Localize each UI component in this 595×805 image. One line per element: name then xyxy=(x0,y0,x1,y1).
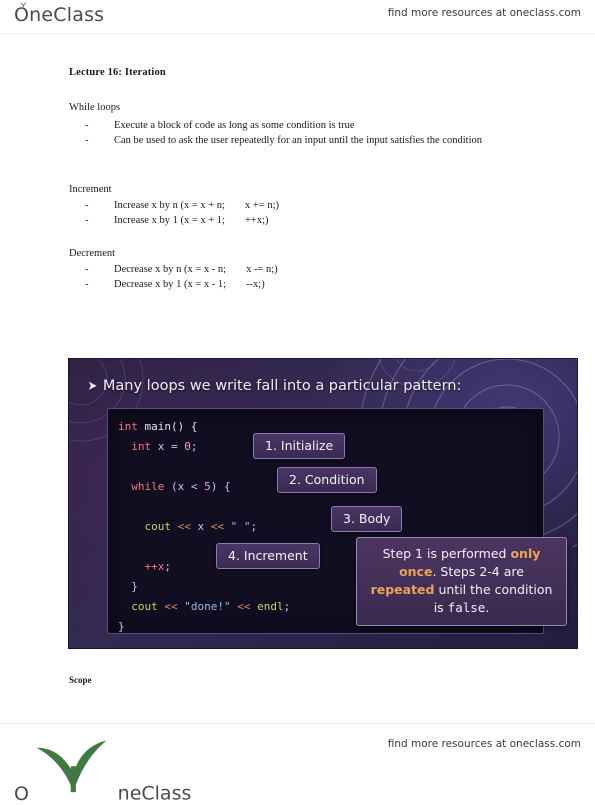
leaf-icon xyxy=(36,740,107,793)
code-shift-op: << xyxy=(171,520,198,533)
bullet-text: Decrease x by n (x = x - n; x -= n;) xyxy=(114,263,385,277)
code-main-signature: main() { xyxy=(137,420,198,433)
slide-note-box: Step 1 is performed only once. Steps 2-4… xyxy=(356,537,567,626)
bullet-dash: - xyxy=(85,135,89,146)
section-heading-increment: Increment xyxy=(69,184,112,195)
code-shift-op: << xyxy=(230,600,258,613)
logo-word: neClass xyxy=(117,782,192,805)
oneclass-logo: OneClass xyxy=(14,1,105,26)
note-part-4: . xyxy=(485,600,490,615)
note-part-1: Step 1 is performed xyxy=(382,546,511,561)
section-heading-while-loops: While loops xyxy=(69,102,121,113)
code-open-brace: ) { xyxy=(210,480,231,493)
leaf-icon xyxy=(19,1,27,8)
oneclass-logo-footer: OneClass xyxy=(14,733,191,805)
arrow-bullet-icon: ➤ xyxy=(87,379,98,394)
code-decl-x: x = xyxy=(151,440,185,453)
code-condition-expr: (x < xyxy=(164,480,205,493)
section-heading-decrement: Decrement xyxy=(69,248,116,259)
code-string-done: "done!" xyxy=(184,600,231,613)
bullet-text: Can be used to ask the user repeatedly f… xyxy=(114,135,482,146)
code-final-brace: } xyxy=(118,620,125,633)
callout-initialize: 1. Initialize xyxy=(253,433,346,459)
note-part-2: . Steps 2-4 are xyxy=(432,564,524,579)
bullet-dash: - xyxy=(85,200,89,211)
code-number-five: 5 xyxy=(204,480,211,493)
footer-divider xyxy=(0,723,595,724)
bullet-while-1: - Execute a block of code as long as som… xyxy=(85,119,515,133)
code-cout: cout xyxy=(144,520,172,533)
code-close-brace: } xyxy=(131,580,138,593)
code-endl: endl xyxy=(257,600,284,613)
bullet-dash: - xyxy=(85,120,89,131)
callout-increment: 4. Increment xyxy=(216,543,320,569)
code-string-space: " " xyxy=(230,520,251,533)
bullet-increment-2: - Increase x by 1 (x = x + 1; ++x;) xyxy=(85,214,385,228)
bullet-tail: x -= n;) xyxy=(246,264,278,275)
lecture-title: Lecture 16: Iteration xyxy=(69,67,166,78)
footer-tagline: find more resources at oneclass.com xyxy=(387,738,581,750)
code-shift-op: << xyxy=(157,600,185,613)
code-shift-op: << xyxy=(204,520,231,533)
code-semicolon: ; xyxy=(190,440,198,453)
code-keyword-int-2: int xyxy=(131,440,152,453)
bullet-lead: Decrease x by n (x = x - n; xyxy=(114,264,227,275)
bullet-while-2: - Can be used to ask the user repeatedly… xyxy=(85,134,505,148)
bullet-text: Increase x by 1 (x = x + 1; ++x;) xyxy=(114,214,385,228)
slide-headline-text: Many loops we write fall into a particul… xyxy=(102,378,462,394)
page-header: OneClass find more resources at oneclass… xyxy=(0,0,595,34)
bullet-lead: Increase x by 1 (x = x + 1; xyxy=(114,215,225,226)
bullet-tail: --x;) xyxy=(246,279,265,290)
note-highlight-repeated: repeated xyxy=(370,582,435,597)
section-heading-scope: Scope xyxy=(69,675,92,685)
callout-condition: 2. Condition xyxy=(277,467,377,493)
bullet-increment-1: - Increase x by n (x = x + n; x += n;) xyxy=(85,199,385,213)
header-divider xyxy=(0,33,595,34)
callout-body: 3. Body xyxy=(331,506,403,532)
code-keyword-while: while xyxy=(131,480,165,493)
bullet-tail: ++x;) xyxy=(244,215,269,226)
bullet-lead: Decrease x by 1 (x = x - 1; xyxy=(114,279,227,290)
code-semicolon: ; xyxy=(250,520,258,533)
code-semicolon: ; xyxy=(283,600,291,613)
note-mono-false: false xyxy=(447,600,486,615)
bullet-dash: - xyxy=(85,215,89,226)
bullet-decrement-2: - Decrease x by 1 (x = x - 1; --x;) xyxy=(85,278,385,292)
page-footer: OneClass find more resources at oneclass… xyxy=(0,726,595,805)
code-number-zero: 0 xyxy=(184,440,191,453)
code-semicolon: ; xyxy=(164,560,171,573)
bullet-decrement-1: - Decrease x by n (x = x - n; x -= n;) xyxy=(85,263,385,277)
code-increment-x: ++x xyxy=(144,560,165,573)
document-page: OneClass find more resources at oneclass… xyxy=(0,0,595,805)
logo-letter-o: O xyxy=(14,782,29,805)
bullet-dash: - xyxy=(85,279,89,290)
bullet-dash: - xyxy=(85,264,89,275)
bullet-lead: Increase x by n (x = x + n; xyxy=(114,200,225,211)
bullet-tail: x += n;) xyxy=(244,200,279,211)
bullet-text: Increase x by n (x = x + n; x += n;) xyxy=(114,199,385,213)
code-cout-2: cout xyxy=(131,600,158,613)
code-keyword-int: int xyxy=(118,420,138,433)
bullet-text: Execute a block of code as long as some … xyxy=(114,120,355,131)
bullet-text: Decrease x by 1 (x = x - 1; --x;) xyxy=(114,278,385,292)
slide-headline: ➤ Many loops we write fall into a particu… xyxy=(87,378,462,394)
logo-word: neClass xyxy=(29,4,105,26)
header-tagline: find more resources at oneclass.com xyxy=(387,7,581,19)
